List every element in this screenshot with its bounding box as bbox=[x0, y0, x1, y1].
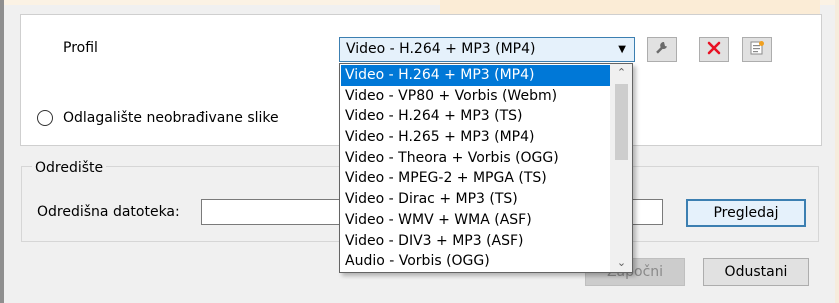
new-profile-button[interactable] bbox=[742, 37, 772, 62]
profile-dropdown-list[interactable]: Video - H.264 + MP3 (MP4) Video - VP80 +… bbox=[339, 63, 633, 273]
profile-option[interactable]: Video - Dirac + MP3 (TS) bbox=[341, 189, 611, 210]
profile-option[interactable]: Video - H.264 + MP3 (TS) bbox=[341, 106, 611, 127]
profile-option[interactable]: Video - DIV3 + MP3 (ASF) bbox=[341, 231, 611, 252]
window-right-edge bbox=[835, 0, 839, 303]
delete-profile-button[interactable] bbox=[699, 37, 729, 62]
profile-option[interactable]: Video - WMV + WMA (ASF) bbox=[341, 210, 611, 231]
cancel-button[interactable]: Odustani bbox=[703, 258, 809, 286]
profile-option[interactable]: Audio - Vorbis (OGG) bbox=[341, 251, 611, 272]
scroll-thumb[interactable] bbox=[615, 84, 628, 160]
new-profile-icon bbox=[749, 40, 765, 60]
profile-option[interactable]: Video - Theora + Vorbis (OGG) bbox=[341, 148, 611, 169]
destination-file-label: Odredišna datoteka: bbox=[37, 204, 180, 220]
window-top-accent bbox=[440, 0, 820, 14]
edit-profile-button[interactable] bbox=[647, 37, 677, 62]
profile-select[interactable]: Video - H.264 + MP3 (MP4) ▼ bbox=[339, 37, 635, 62]
dropdown-arrow-icon[interactable]: ▼ bbox=[618, 38, 626, 61]
profile-option[interactable]: Video - H.265 + MP3 (MP4) bbox=[341, 127, 611, 148]
raw-dump-label: Odlagalište neobrađivane slike bbox=[63, 110, 279, 126]
scroll-up-icon[interactable]: ⌃ bbox=[611, 64, 632, 82]
scroll-down-icon[interactable]: ⌄ bbox=[611, 254, 632, 272]
profile-select-value: Video - H.264 + MP3 (MP4) bbox=[346, 41, 536, 57]
destination-group-title: Odredište bbox=[32, 160, 107, 176]
profile-option[interactable]: Video - MPEG-2 + MPGA (TS) bbox=[341, 168, 611, 189]
window-left-edge bbox=[0, 0, 4, 303]
browse-button[interactable]: Pregledaj bbox=[686, 199, 806, 227]
dropdown-scrollbar[interactable]: ⌃ ⌄ bbox=[610, 64, 632, 272]
red-x-icon bbox=[707, 41, 721, 59]
wrench-icon bbox=[655, 41, 669, 59]
profile-option[interactable]: Video - VP80 + Vorbis (Webm) bbox=[341, 86, 611, 107]
profile-label: Profil bbox=[63, 40, 98, 56]
profile-option[interactable]: Video - H.264 + MP3 (MP4) bbox=[341, 65, 611, 86]
raw-dump-option[interactable]: Odlagalište neobrađivane slike bbox=[37, 110, 279, 126]
raw-dump-radio[interactable] bbox=[37, 110, 53, 126]
